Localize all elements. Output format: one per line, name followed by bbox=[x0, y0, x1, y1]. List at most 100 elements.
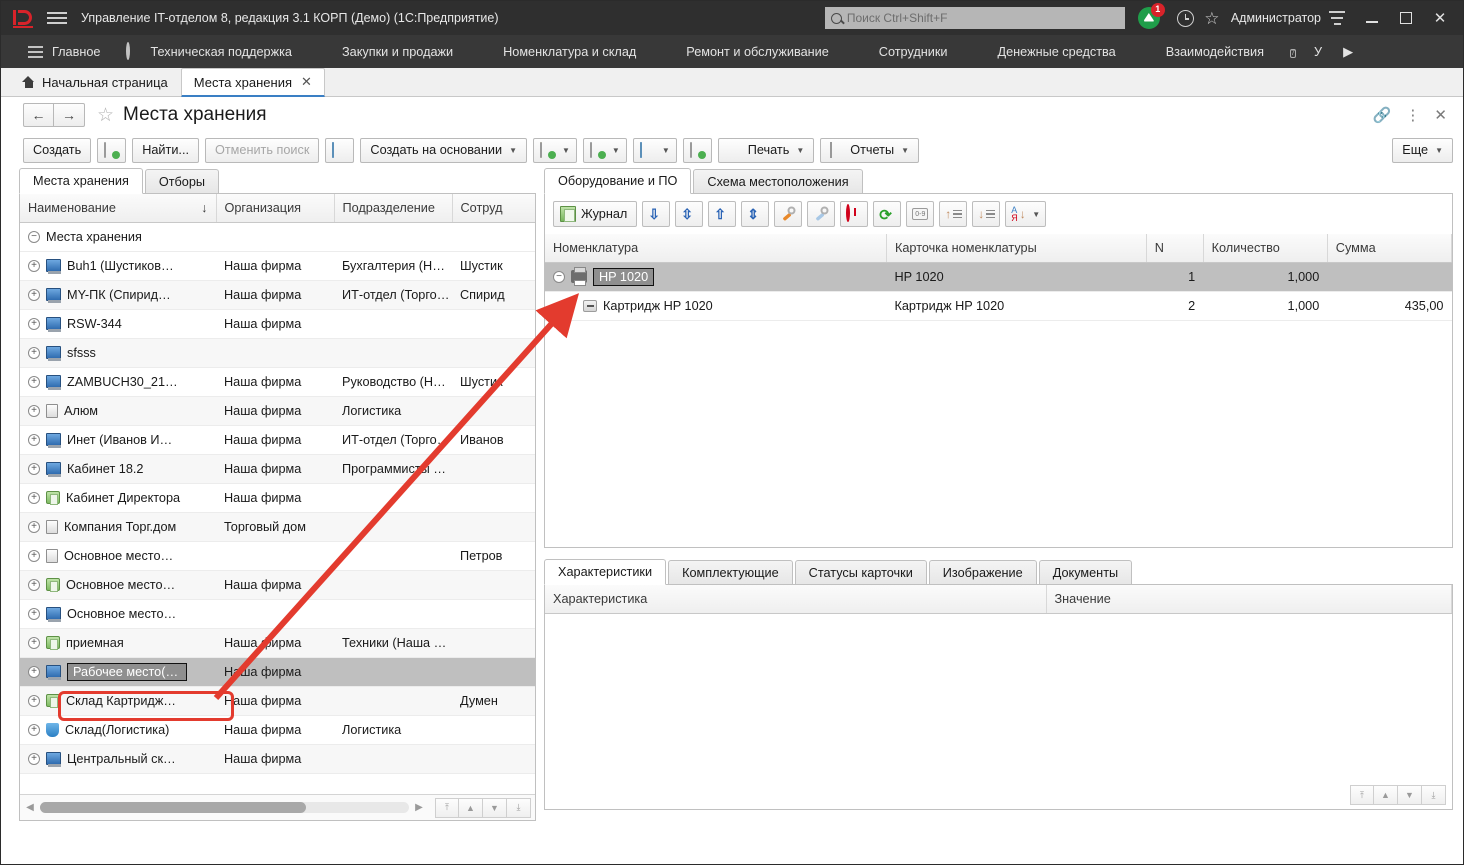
table-row[interactable]: +АлюмНаша фирмаЛогистика bbox=[20, 396, 535, 425]
history-document-button[interactable]: ▼ bbox=[533, 138, 577, 163]
column-header-employee[interactable]: Сотруд bbox=[452, 194, 535, 222]
close-tab-icon[interactable]: ✕ bbox=[301, 74, 312, 90]
reports-button[interactable]: Отчеты▼ bbox=[820, 138, 919, 163]
table-row[interactable]: +Основное место…Петров bbox=[20, 541, 535, 570]
document-register-button[interactable]: ▼ bbox=[583, 138, 627, 163]
expand-icon[interactable]: + bbox=[28, 579, 40, 591]
last-record-button[interactable]: ⤓ bbox=[1422, 785, 1446, 805]
table-group-row[interactable]: −Места хранения bbox=[20, 222, 535, 251]
create-button[interactable]: Создать bbox=[23, 138, 91, 163]
section-employees[interactable]: Сотрудники bbox=[842, 35, 961, 68]
table-row[interactable]: +ZAMBUCH30_21…Наша фирмаРуководство (Н…Ш… bbox=[20, 367, 535, 396]
receive-plus-button[interactable]: ⇳ bbox=[675, 201, 703, 227]
expand-icon[interactable]: + bbox=[28, 434, 40, 446]
find-button[interactable]: Найти... bbox=[132, 138, 199, 163]
table-row[interactable]: +Центральный ск…Наша фирма bbox=[20, 744, 535, 773]
move-question-button[interactable]: ⇕ bbox=[741, 201, 769, 227]
column-header-nomenclature[interactable]: Номенклатура bbox=[545, 234, 886, 262]
expand-icon[interactable]: + bbox=[28, 347, 40, 359]
more-menu-icon[interactable]: ⋮ bbox=[1405, 106, 1420, 124]
column-header-value[interactable]: Значение bbox=[1046, 585, 1452, 613]
expand-icon[interactable]: + bbox=[28, 608, 40, 620]
section-purchases-sales[interactable]: Закупки и продажи bbox=[305, 35, 466, 68]
expand-icon[interactable]: + bbox=[28, 521, 40, 533]
section-glavnoe[interactable]: Главное bbox=[15, 35, 113, 68]
table-row[interactable]: +Основное место… bbox=[20, 599, 535, 628]
section-nomenclature-warehouse[interactable]: Номенклатура и склад bbox=[466, 35, 649, 68]
search-input[interactable]: Поиск Ctrl+Shift+F bbox=[825, 7, 1125, 29]
favorites-button[interactable]: ☆ bbox=[1199, 5, 1225, 31]
expand-icon[interactable]: + bbox=[28, 666, 40, 678]
first-record-button[interactable]: ⤒ bbox=[435, 798, 459, 818]
column-header-dept[interactable]: Подразделение bbox=[334, 194, 452, 222]
expand-all-button[interactable]: ↑ bbox=[939, 201, 967, 227]
column-header-org[interactable]: Организация bbox=[216, 194, 334, 222]
journal-button[interactable]: Журнал bbox=[553, 201, 637, 227]
table-row[interactable]: +RSW-344Наша фирма bbox=[20, 309, 535, 338]
expand-icon[interactable]: + bbox=[28, 492, 40, 504]
table-row[interactable]: +Buh1 (Шустиков…Наша фирмаБухгалтерия (Н… bbox=[20, 251, 535, 280]
last-record-button[interactable]: ⤓ bbox=[507, 798, 531, 818]
sections-scroll-right-icon[interactable]: ▶ bbox=[1335, 44, 1361, 60]
sort-button[interactable]: АЯ↓▼ bbox=[1005, 201, 1046, 227]
table-row[interactable]: +Кабинет 18.2Наша фирмаПрограммисты … bbox=[20, 454, 535, 483]
table-row[interactable]: +Склад(Логистика)Наша фирмаЛогистика bbox=[20, 715, 535, 744]
list-settings-button[interactable] bbox=[325, 138, 354, 163]
tab-filters[interactable]: Отборы bbox=[145, 169, 219, 194]
table-row[interactable]: +Компания Торг.домТорговый дом bbox=[20, 512, 535, 541]
tab-storage-places[interactable]: Места хранения ✕ bbox=[181, 68, 325, 97]
scroll-right-icon[interactable]: ▶ bbox=[413, 802, 425, 813]
add-to-favorites-icon[interactable]: ☆ bbox=[97, 104, 114, 127]
section-interactions[interactable]: Взаимодействия bbox=[1129, 35, 1277, 68]
expand-icon[interactable]: + bbox=[28, 724, 40, 736]
table-row[interactable]: +MY-ПК (Спирид…Наша фирмаИТ-отдел (Торго… bbox=[20, 280, 535, 309]
prev-record-button[interactable]: ▲ bbox=[1374, 785, 1398, 805]
expand-icon[interactable]: + bbox=[28, 637, 40, 649]
hierarchy-button[interactable] bbox=[683, 138, 712, 163]
history-button[interactable] bbox=[1173, 5, 1199, 31]
equipment-row[interactable]: Картридж HP 1020 Картридж HP 1020 2 1,00… bbox=[545, 291, 1452, 320]
column-header-sum[interactable]: Сумма bbox=[1327, 234, 1451, 262]
scroll-thumb[interactable] bbox=[40, 802, 306, 813]
receive-equipment-button[interactable]: ⇩ bbox=[642, 201, 670, 227]
cancel-find-button[interactable]: Отменить поиск bbox=[205, 138, 319, 163]
expand-icon[interactable]: + bbox=[28, 695, 40, 707]
refresh-button[interactable]: ⟳ bbox=[873, 201, 901, 227]
notifications-button[interactable]: 1 bbox=[1137, 5, 1163, 31]
table-row[interactable]: +приемнаяНаша фирмаТехники (Наша … bbox=[20, 628, 535, 657]
options-menu-icon[interactable] bbox=[1329, 11, 1345, 25]
inventory-button[interactable]: 0-9 bbox=[906, 201, 934, 227]
tab-storage-list[interactable]: Места хранения bbox=[19, 168, 143, 194]
back-button[interactable]: ← bbox=[23, 103, 54, 127]
create-copy-button[interactable] bbox=[97, 138, 126, 163]
close-form-icon[interactable]: ✕ bbox=[1434, 106, 1447, 124]
create-based-on-button[interactable]: Создать на основании▼ bbox=[360, 138, 527, 163]
first-record-button[interactable]: ⤒ bbox=[1350, 785, 1374, 805]
tab-location-scheme[interactable]: Схема местоположения bbox=[693, 169, 862, 194]
column-header-n[interactable]: N bbox=[1146, 234, 1203, 262]
expand-icon[interactable]: + bbox=[28, 376, 40, 388]
expand-icon[interactable]: + bbox=[28, 550, 40, 562]
tab-characteristics[interactable]: Характеристики bbox=[544, 559, 666, 585]
expand-icon[interactable]: + bbox=[28, 405, 40, 417]
column-header-name[interactable]: Наименование↓ bbox=[20, 194, 216, 222]
expand-icon[interactable]: + bbox=[28, 260, 40, 272]
table-row[interactable]: +sfsss bbox=[20, 338, 535, 367]
repair-blue-button[interactable] bbox=[807, 201, 835, 227]
section-overflow[interactable]: 7 У bbox=[1277, 35, 1335, 68]
maximize-button[interactable] bbox=[1389, 4, 1423, 32]
table-row[interactable]: +Склад Картридж…Наша фирмаДумен bbox=[20, 686, 535, 715]
next-record-button[interactable]: ▼ bbox=[483, 798, 507, 818]
main-menu-icon[interactable] bbox=[47, 10, 67, 26]
more-button[interactable]: Еще▼ bbox=[1392, 138, 1453, 163]
print-button[interactable]: Печать▼ bbox=[718, 138, 814, 163]
expand-icon[interactable]: + bbox=[28, 289, 40, 301]
collapse-icon[interactable]: − bbox=[553, 271, 565, 283]
table-row[interactable]: +Кабинет ДиректораНаша фирма bbox=[20, 483, 535, 512]
expand-icon[interactable]: + bbox=[28, 753, 40, 765]
tab-components[interactable]: Комплектующие bbox=[668, 560, 793, 585]
column-header-quantity[interactable]: Количество bbox=[1203, 234, 1327, 262]
section-repair-service[interactable]: Ремонт и обслуживание bbox=[649, 35, 842, 68]
section-funds[interactable]: Денежные средства bbox=[961, 35, 1129, 68]
column-header-card[interactable]: Карточка номенклатуры bbox=[886, 234, 1146, 262]
